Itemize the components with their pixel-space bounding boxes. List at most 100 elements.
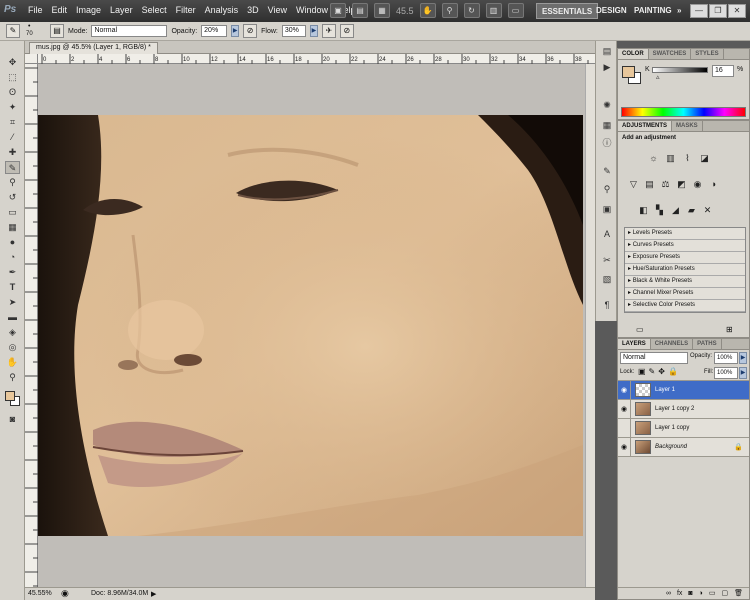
lasso-tool-icon[interactable]: ʘ: [5, 86, 20, 99]
workspace-painting-button[interactable]: PAINTING: [629, 3, 677, 19]
selective-color-icon[interactable]: ✕: [702, 205, 713, 216]
tab-swatches[interactable]: SWATCHES: [649, 49, 692, 59]
color-foreground-swatch[interactable]: [622, 66, 635, 78]
close-icon[interactable]: ✕: [728, 4, 746, 18]
menu-view[interactable]: View: [268, 5, 287, 15]
workspace-essentials-button[interactable]: ESSENTIALS: [536, 3, 599, 19]
screen-mode-icon[interactable]: ▭: [507, 3, 524, 18]
hand-tool-icon[interactable]: ✋: [5, 356, 20, 369]
layer-opacity-arrow-icon[interactable]: ▶: [739, 352, 747, 364]
zoom-percentage-field[interactable]: 45.55%: [28, 590, 52, 597]
tablet-size-pressure-icon[interactable]: ⊘: [339, 24, 354, 38]
view-extras-icon[interactable]: ▦: [374, 3, 390, 18]
preset-hue-saturation[interactable]: ▸ Hue/Saturation Presets: [625, 264, 745, 276]
brush-presets-panel-icon[interactable]: ✎: [600, 165, 614, 178]
add-mask-icon[interactable]: ◙: [688, 588, 692, 599]
menu-edit[interactable]: Edit: [52, 5, 68, 15]
curves-icon[interactable]: ⌇: [682, 153, 693, 164]
tab-masks[interactable]: MASKS: [672, 121, 703, 131]
paragraph-panel-icon[interactable]: ¶: [600, 299, 614, 312]
color-balance-icon[interactable]: ⚖: [660, 179, 671, 190]
type-tool-icon[interactable]: T: [5, 281, 20, 294]
invert-icon[interactable]: ◧: [638, 205, 649, 216]
vertical-ruler[interactable]: [25, 64, 38, 587]
masks-panel-icon[interactable]: ✂: [600, 254, 614, 267]
brightness-contrast-icon[interactable]: ☼: [648, 153, 659, 164]
dodge-tool-icon[interactable]: ◔: [5, 251, 20, 264]
visibility-eye-icon[interactable]: ◉: [618, 437, 631, 457]
preset-curves[interactable]: ▸ Curves Presets: [625, 240, 745, 252]
pen-tool-icon[interactable]: ✒: [5, 266, 20, 279]
blend-mode-select[interactable]: Normal: [620, 352, 688, 364]
menu-3d[interactable]: 3D: [247, 5, 259, 15]
adjustment-panel-options-icon[interactable]: ⊞: [726, 325, 733, 334]
crop-tool-icon[interactable]: ⌗: [5, 116, 20, 129]
brush-tool-icon[interactable]: ✎: [5, 161, 20, 174]
character-panel-icon[interactable]: A: [600, 228, 614, 241]
minimize-icon[interactable]: —: [690, 4, 708, 18]
color-spectrum-bar[interactable]: [621, 107, 746, 117]
visibility-eye-icon[interactable]: ◉: [618, 380, 631, 400]
hue-saturation-icon[interactable]: ▤: [644, 179, 655, 190]
navigator-panel-icon[interactable]: ✺: [600, 99, 614, 112]
restore-icon[interactable]: ❐: [709, 4, 727, 18]
channel-mixer-icon[interactable]: ◑: [708, 179, 719, 190]
layer-comps-panel-icon[interactable]: ▧: [600, 273, 614, 286]
foreground-color-swatch[interactable]: [5, 391, 15, 401]
hand-tool-icon[interactable]: ✋: [419, 3, 436, 18]
tab-adjustments[interactable]: ADJUSTMENTS: [618, 121, 673, 131]
k-value-field[interactable]: 16: [712, 65, 734, 77]
healing-brush-tool-icon[interactable]: ✚: [5, 146, 20, 159]
fill-field[interactable]: 100%: [714, 367, 738, 379]
histogram-panel-icon[interactable]: ▦: [600, 119, 614, 132]
tool-preset-icon[interactable]: ✎: [6, 24, 20, 38]
quick-mask-icon[interactable]: ◙: [5, 413, 20, 426]
posterize-icon[interactable]: ▚: [654, 205, 665, 216]
preset-selective-color[interactable]: ▸ Selective Color Presets: [625, 300, 745, 312]
flow-field[interactable]: 30%: [281, 25, 306, 37]
status-menu-arrow-icon[interactable]: ▶: [151, 590, 156, 598]
new-layer-icon[interactable]: ▢: [721, 588, 728, 599]
black-white-icon[interactable]: ◩: [676, 179, 687, 190]
quick-selection-tool-icon[interactable]: ✦: [5, 101, 20, 114]
link-layers-icon[interactable]: ∞: [666, 588, 671, 599]
actions-panel-icon[interactable]: ▶: [600, 61, 614, 74]
gradient-map-icon[interactable]: ▰: [686, 205, 697, 216]
exposure-icon[interactable]: ◪: [699, 153, 710, 164]
zoom-tool-icon[interactable]: ⚲: [441, 3, 458, 18]
zoom-tool-icon[interactable]: ⚲: [5, 371, 20, 384]
flow-slider-arrow-icon[interactable]: ▶: [309, 25, 318, 37]
tab-paths[interactable]: PATHS: [693, 339, 722, 349]
zoom-level-field[interactable]: 45.5: [396, 6, 414, 16]
vertical-scrollbar[interactable]: [585, 64, 595, 587]
clone-source-panel-icon[interactable]: ⚲: [600, 183, 614, 196]
clone-stamp-tool-icon[interactable]: ⚲: [5, 176, 20, 189]
workspace-more-button[interactable]: »: [672, 3, 686, 19]
menu-filter[interactable]: Filter: [176, 5, 196, 15]
blur-tool-icon[interactable]: ●: [5, 236, 20, 249]
marquee-tool-icon[interactable]: ⬚: [5, 71, 20, 84]
menu-image[interactable]: Image: [76, 5, 101, 15]
history-panel-icon[interactable]: ▤: [600, 45, 614, 58]
opacity-field[interactable]: 20%: [201, 25, 228, 37]
arrange-documents-icon[interactable]: ▥: [485, 3, 502, 18]
vibrance-icon[interactable]: ▽: [628, 179, 639, 190]
move-tool-icon[interactable]: ✥: [5, 56, 20, 69]
k-slider-thumb-icon[interactable]: ▵: [656, 73, 660, 81]
preset-channel-mixer[interactable]: ▸ Channel Mixer Presets: [625, 288, 745, 300]
tab-styles[interactable]: STYLES: [691, 49, 724, 59]
mini-bridge-icon[interactable]: ▤: [352, 3, 368, 18]
menu-select[interactable]: Select: [142, 5, 167, 15]
brush-preset-picker[interactable]: • 70: [24, 23, 46, 39]
photo-filter-icon[interactable]: ◉: [692, 179, 703, 190]
tab-channels[interactable]: CHANNELS: [651, 339, 694, 349]
menu-layer[interactable]: Layer: [110, 5, 133, 15]
layer-row-layer-1-copy[interactable]: Layer 1 copy: [618, 418, 749, 438]
layer-style-icon[interactable]: fx: [677, 588, 682, 599]
layer-opacity-field[interactable]: 100%: [714, 352, 738, 364]
lock-options-icons[interactable]: ▣✎✥🔒: [638, 367, 681, 376]
rotate-view-icon[interactable]: ↻: [463, 3, 480, 18]
visibility-eye-icon[interactable]: ◉: [618, 399, 631, 419]
bridge-icon[interactable]: ▣: [330, 3, 346, 18]
new-adjustment-layer-icon[interactable]: ◑: [699, 588, 703, 599]
